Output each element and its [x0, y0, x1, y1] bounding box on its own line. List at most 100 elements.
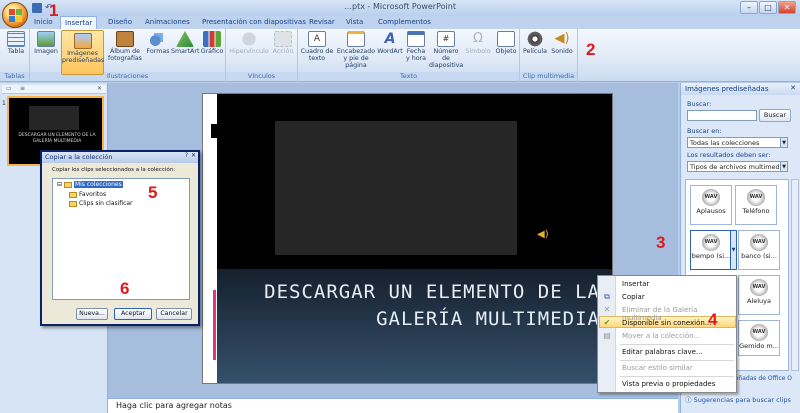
- wav-sound-icon: WAV: [747, 189, 765, 206]
- results-select[interactable]: Tipos de archivos multimedia se: [687, 161, 787, 172]
- film-reel-icon: [526, 31, 544, 47]
- dialog-title-bar: Copiar a la colección ? ✕: [42, 152, 198, 163]
- clip-item[interactable]: WAV Aleluya: [738, 275, 780, 315]
- encabezado-button[interactable]: Encabezado y pie de página: [336, 31, 376, 69]
- search-in-select[interactable]: Todas las colecciones: [687, 137, 787, 148]
- header-footer-icon: [347, 31, 365, 47]
- cuadro-texto-button[interactable]: A Cuadro de texto: [300, 31, 334, 62]
- search-tips-link[interactable]: ⓘ Sugerencias para buscar clips: [685, 394, 791, 404]
- pelicula-button[interactable]: Película: [522, 31, 548, 55]
- menu-separator: [620, 376, 734, 377]
- menu-separator: [620, 360, 734, 361]
- nueva-button[interactable]: Nueva...: [76, 308, 108, 320]
- wordart-button[interactable]: A WordArt: [377, 31, 403, 55]
- sound-icon[interactable]: ◀): [537, 229, 549, 240]
- wav-sound-icon: WAV: [750, 234, 768, 251]
- search-button[interactable]: Buscar: [759, 109, 791, 122]
- folder-icon: [69, 191, 77, 198]
- step-marker-2: 2: [586, 40, 596, 59]
- grafico-button[interactable]: Gráfico: [200, 31, 224, 55]
- offline-icon: ✔: [603, 318, 611, 327]
- media-placeholder[interactable]: [275, 121, 517, 255]
- chevron-down-icon[interactable]: ▼: [780, 137, 788, 148]
- outline-tab-icon[interactable]: ≡: [20, 85, 25, 92]
- sonido-button[interactable]: ◀) Sonido: [549, 31, 575, 55]
- simbolo-button[interactable]: Ω Símbolo: [464, 31, 492, 55]
- copy-to-collection-dialog: Copiar a la colección ? ✕ Copiar los cli…: [40, 150, 200, 326]
- formas-button[interactable]: Formas: [146, 31, 170, 55]
- text-box-icon: A: [308, 31, 326, 47]
- step-marker-5: 5: [148, 183, 158, 202]
- clip-dropdown-arrow[interactable]: ▼: [730, 230, 737, 270]
- close-panel-icon[interactable]: ✕: [97, 85, 102, 92]
- clip-item[interactable]: WAV Aplausos: [690, 185, 732, 225]
- slides-tab-icon[interactable]: ▭: [6, 85, 12, 92]
- chart-icon: [203, 31, 221, 47]
- menu-item-disponible-sin-conexion[interactable]: Disponible sin conexión...: [622, 319, 712, 327]
- album-button[interactable]: Álbum de fotografías: [106, 31, 144, 62]
- tree-item-mis-colecciones[interactable]: ⊟ Mis colecciones: [57, 181, 123, 188]
- slide-canvas[interactable]: ◀) DESCARGAR UN ELEMENTO DE LA GALERÍA M…: [202, 93, 613, 384]
- action-icon: [274, 31, 292, 47]
- imagenes-prediseñadas-button[interactable]: Imágenes prediseñadas: [61, 30, 104, 75]
- clip-item[interactable]: WAV Gemido m...: [738, 320, 780, 356]
- calendar-icon: [407, 31, 425, 47]
- help-icon[interactable]: ?: [185, 152, 188, 159]
- menu-item-mover[interactable]: Mover a la colección...: [622, 332, 700, 340]
- imagen-button[interactable]: Imagen: [33, 31, 59, 55]
- smartart-icon: [176, 31, 194, 47]
- folder-icon: [69, 200, 77, 207]
- menu-item-copiar[interactable]: Copiar: [622, 293, 645, 301]
- results-label: Los resultados deben ser:: [687, 151, 771, 159]
- search-in-label: Buscar en:: [687, 127, 722, 135]
- tabla-button[interactable]: Tabla: [4, 31, 28, 55]
- office-logo-icon: [9, 9, 22, 22]
- aceptar-button[interactable]: Aceptar: [114, 308, 152, 320]
- tab-presentacion[interactable]: Presentación con diapositivas: [198, 16, 310, 29]
- clip-item[interactable]: WAV bempo (si...: [690, 230, 732, 270]
- objeto-button[interactable]: Objeto: [494, 31, 518, 55]
- step-marker-6: 6: [120, 279, 130, 298]
- search-input[interactable]: [687, 110, 757, 121]
- tree-item-favoritos[interactable]: Favoritos: [69, 191, 106, 198]
- notes-pane[interactable]: Haga clic para agregar notas: [108, 398, 678, 413]
- hipervinculo-button[interactable]: Hipervínculo: [229, 31, 269, 55]
- menu-item-vista-previa[interactable]: Vista previa o propiedades: [622, 380, 715, 388]
- dialog-close-icon[interactable]: ✕: [191, 152, 196, 159]
- slide-title[interactable]: DESCARGAR UN ELEMENTO DE LA GALERÍA MULT…: [223, 279, 600, 333]
- tab-diseno[interactable]: Diseño: [104, 16, 136, 29]
- office-button[interactable]: [2, 2, 28, 28]
- minimize-button[interactable]: –: [740, 1, 758, 14]
- menu-item-insertar[interactable]: Insertar: [622, 280, 649, 288]
- cancelar-button[interactable]: Cancelar: [156, 308, 192, 320]
- slides-panel-tabs: ▭ ≡ ✕: [2, 85, 106, 94]
- accent-bar: [213, 290, 216, 360]
- photo-album-icon: [116, 31, 134, 47]
- maximize-button[interactable]: □: [759, 1, 777, 14]
- window-title: …ptx - Microsoft PowerPoint: [344, 2, 456, 11]
- wordart-icon: A: [384, 31, 396, 47]
- close-button[interactable]: ✕: [778, 1, 796, 14]
- ribbon-tabs: Inicio Insertar Diseño Animaciones Prese…: [0, 16, 800, 29]
- scrollbar[interactable]: [791, 179, 799, 371]
- tab-insertar[interactable]: Insertar: [60, 16, 98, 29]
- tab-animaciones[interactable]: Animaciones: [141, 16, 194, 29]
- menu-item-buscar-estilo[interactable]: Buscar estilo similar: [622, 364, 693, 372]
- tab-vista[interactable]: Vista: [342, 16, 367, 29]
- speaker-icon: ◀): [554, 31, 570, 46]
- clip-item[interactable]: WAV banco (si...: [738, 230, 780, 270]
- accion-button[interactable]: Acción: [270, 31, 296, 55]
- tab-complementos[interactable]: Complementos: [374, 16, 435, 29]
- clip-pane-close-icon[interactable]: ✕: [790, 84, 796, 92]
- search-label: Buscar:: [687, 100, 712, 108]
- table-icon: [7, 31, 25, 47]
- clip-item[interactable]: WAV Teléfono: [735, 185, 777, 225]
- tab-revisar[interactable]: Revisar: [305, 16, 339, 29]
- menu-item-editar[interactable]: Editar palabras clave...: [622, 348, 703, 356]
- numero-button[interactable]: # Número de diapositiva: [429, 31, 463, 69]
- fecha-button[interactable]: Fecha y hora: [404, 31, 428, 62]
- chevron-down-icon[interactable]: ▼: [780, 161, 788, 172]
- move-icon: ▤: [603, 331, 611, 340]
- tree-item-clips-sin-clasificar[interactable]: Clips sin clasificar: [69, 200, 133, 207]
- smartart-button[interactable]: SmartArt: [171, 31, 199, 55]
